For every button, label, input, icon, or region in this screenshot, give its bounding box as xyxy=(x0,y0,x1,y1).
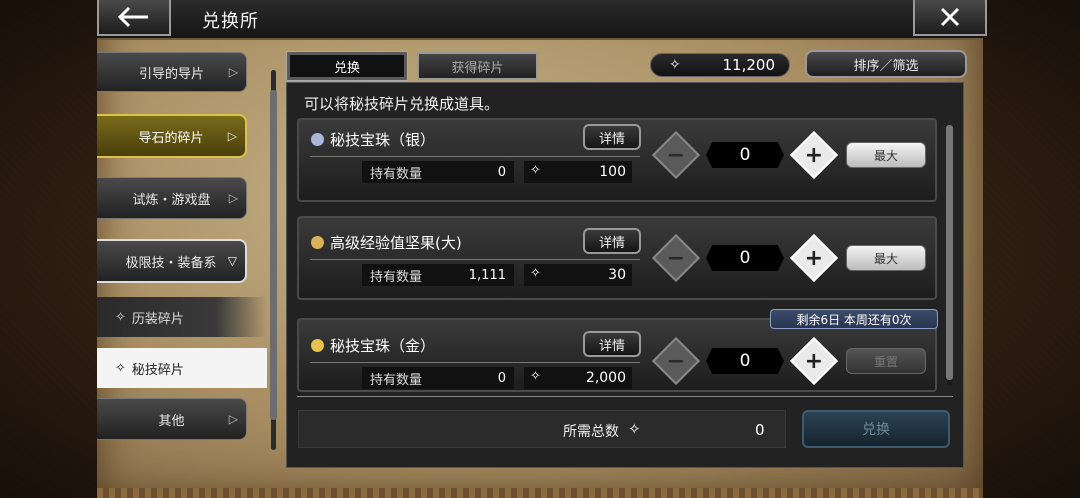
owned-value: 0 xyxy=(497,370,506,386)
sort-filter-button[interactable]: 排序／筛选 xyxy=(805,50,967,78)
diamond-icon: ✧ xyxy=(530,369,541,384)
owned-label: 持有数量 xyxy=(370,166,423,182)
diamond-icon: ✧ xyxy=(115,309,126,325)
reset-button[interactable]: 重置 xyxy=(846,348,926,374)
arrow-left-icon xyxy=(117,6,148,28)
menu-item-label: 极限技・装备系 xyxy=(125,255,217,271)
chevron-right-icon: ▷ xyxy=(228,191,238,205)
scroll-thumb[interactable] xyxy=(946,125,953,380)
chevron-right-icon: ▷ xyxy=(227,129,237,143)
tab-get-fragment[interactable]: 获得碎片 xyxy=(417,52,538,80)
close-button[interactable] xyxy=(913,0,987,36)
page-title: 兑换所 xyxy=(202,11,259,32)
menu-item-label: 引导的导片 xyxy=(138,66,204,82)
owned-label: 持有数量 xyxy=(370,372,423,388)
diamond-icon: ✧ xyxy=(115,360,126,376)
exchange-button[interactable]: 兑换 xyxy=(802,410,950,448)
nut-icon xyxy=(311,236,324,249)
menu-item-label: 导石的碎片 xyxy=(138,130,204,146)
sub-item-label: 秘技碎片 xyxy=(131,362,184,378)
chevron-right-icon: ▷ xyxy=(228,65,238,79)
sub-item-label: 历装碎片 xyxy=(131,311,184,327)
divider xyxy=(297,396,953,397)
menu-item-guide[interactable]: 引导的导片 ▷ xyxy=(97,52,247,92)
item-name: 秘技宝珠（银） xyxy=(330,131,436,149)
cost-value: 100 xyxy=(599,164,626,180)
detail-button[interactable]: 详情 xyxy=(583,124,641,150)
tab-exchange[interactable]: 兑换 xyxy=(286,51,408,81)
detail-button[interactable]: 详情 xyxy=(583,331,641,357)
currency-display: ✧ 11,200 xyxy=(650,53,790,77)
total-value: 0 xyxy=(755,421,765,439)
cost-display: ✧ 2,000 xyxy=(524,367,632,389)
divider xyxy=(310,362,640,363)
owned-count: 持有数量 1,111 xyxy=(362,264,514,286)
cost-value: 30 xyxy=(608,267,626,283)
menu-item-label: 试炼・游戏盘 xyxy=(132,192,211,208)
description-text: 可以将秘技碎片兑换成道具。 xyxy=(304,95,500,113)
menu-item-trial[interactable]: 试炼・游戏盘 ▷ xyxy=(97,177,247,219)
orb-icon xyxy=(311,339,324,352)
sub-item-armor-fragment[interactable]: ✧ 历装碎片 xyxy=(97,297,267,337)
menu-scrollbar[interactable] xyxy=(270,70,277,450)
owned-count: 持有数量 0 xyxy=(362,161,514,183)
max-button[interactable]: 最大 xyxy=(846,245,926,271)
orb-icon xyxy=(311,133,324,146)
quantity-value: 0 xyxy=(706,142,784,168)
total-label: 所需总数 xyxy=(563,424,619,440)
total-bar xyxy=(298,410,786,448)
cost-display: ✧ 30 xyxy=(524,264,632,286)
menu-item-guide-stone[interactable]: 导石的碎片 ▷ xyxy=(97,114,247,158)
item-name: 高级经验值坚果(大) xyxy=(330,234,462,252)
owned-label: 持有数量 xyxy=(370,269,423,285)
quantity-value: 0 xyxy=(706,245,784,271)
menu-item-other[interactable]: 其他 ▷ xyxy=(97,398,247,440)
owned-value: 0 xyxy=(497,164,506,180)
quantity-value: 0 xyxy=(706,348,784,374)
diamond-icon: ✧ xyxy=(669,57,681,73)
owned-value: 1,111 xyxy=(468,267,506,283)
diamond-icon: ✧ xyxy=(530,163,541,178)
weekly-limit-badge: 剩余6日 本周还有0次 xyxy=(770,309,938,329)
diamond-icon: ✧ xyxy=(530,266,541,281)
close-icon xyxy=(940,7,960,27)
cost-display: ✧ 100 xyxy=(524,161,632,183)
divider xyxy=(310,259,640,260)
scroll-thumb[interactable] xyxy=(270,90,277,420)
back-button[interactable] xyxy=(97,0,171,36)
divider xyxy=(310,156,640,157)
menu-item-limit-equip[interactable]: 极限技・装备系 ▽ xyxy=(97,239,247,283)
chevron-down-icon: ▽ xyxy=(227,254,237,268)
currency-amount: 11,200 xyxy=(722,56,776,74)
max-button[interactable]: 最大 xyxy=(846,142,926,168)
menu-item-label: 其他 xyxy=(158,413,185,429)
owned-count: 持有数量 0 xyxy=(362,367,514,389)
diamond-icon: ✧ xyxy=(628,420,641,438)
detail-button[interactable]: 详情 xyxy=(583,228,641,254)
item-name: 秘技宝珠（金） xyxy=(330,337,436,355)
list-scrollbar[interactable] xyxy=(946,125,953,385)
chevron-right-icon: ▷ xyxy=(228,412,238,426)
cost-value: 2,000 xyxy=(585,370,626,386)
sub-item-secret-fragment[interactable]: ✧ 秘技碎片 xyxy=(97,348,267,388)
